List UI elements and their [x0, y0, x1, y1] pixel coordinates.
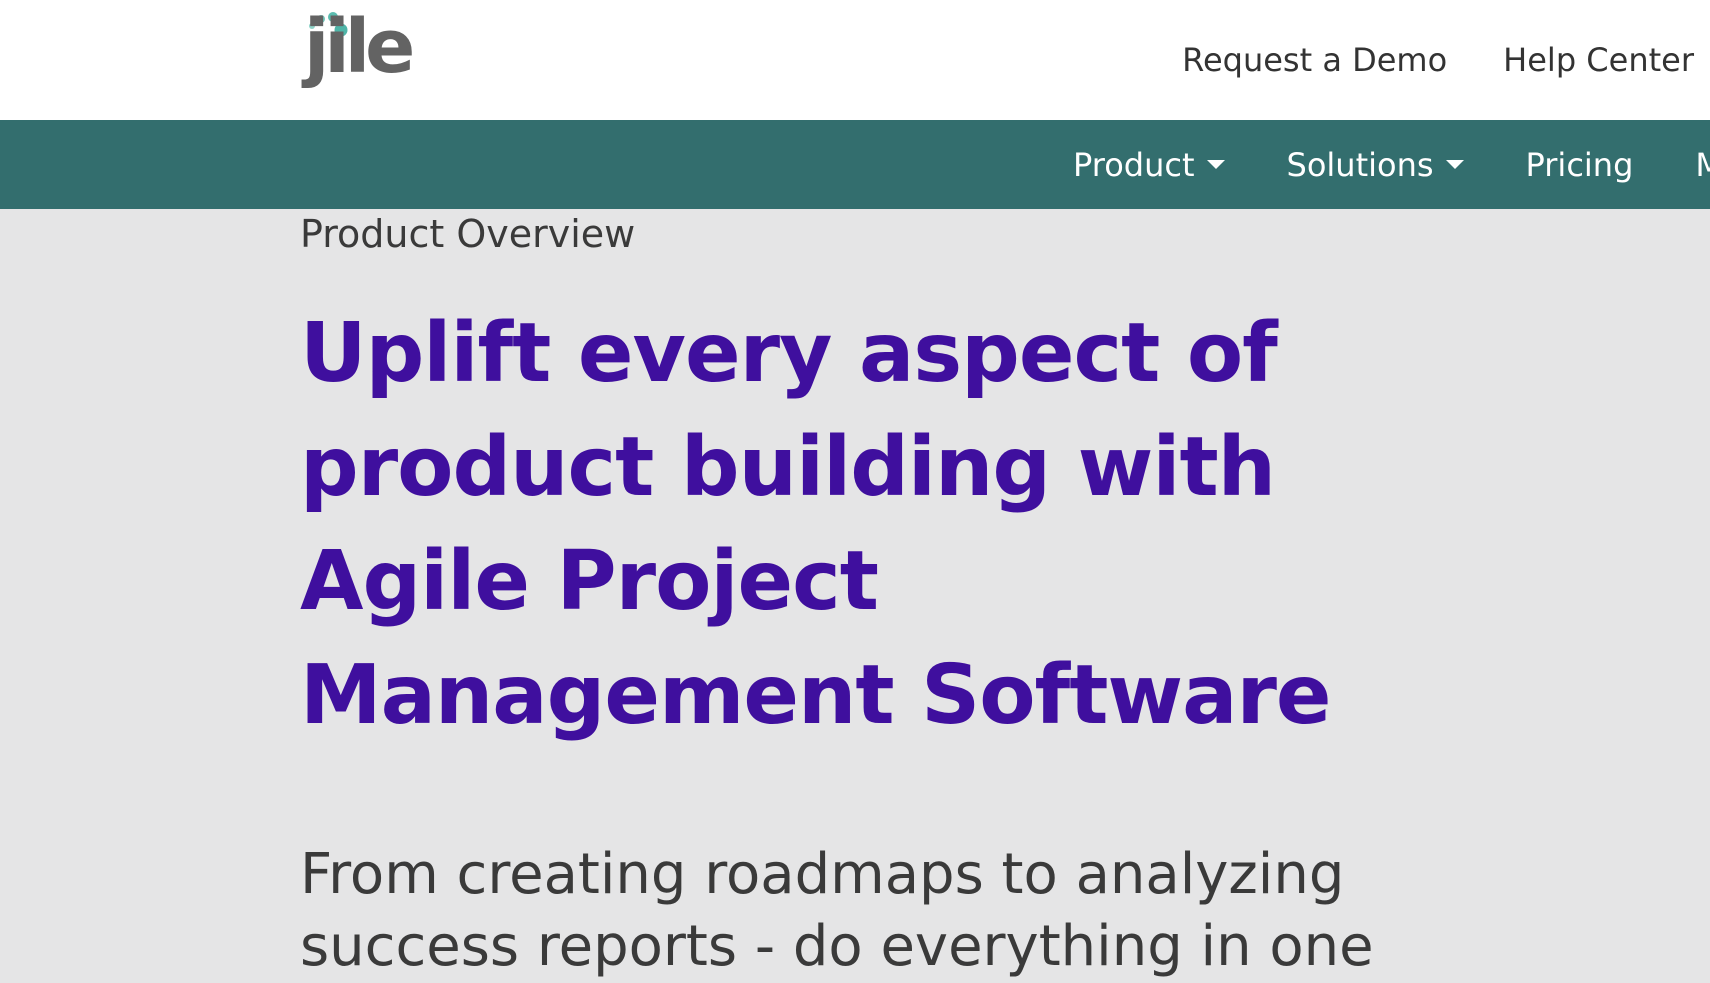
nav-solutions-label: Solutions: [1286, 145, 1434, 184]
nav-product-label: Product: [1073, 145, 1195, 184]
nav-solutions[interactable]: Solutions: [1287, 146, 1464, 184]
logo-wordmark: jile: [304, 4, 415, 90]
jile-logo[interactable]: jile: [300, 8, 430, 108]
headline-line: product building with: [300, 420, 1276, 515]
nav-pricing[interactable]: Pricing: [1526, 146, 1634, 184]
utility-links: Request a Demo Help Center: [1182, 36, 1694, 84]
hero-subtext: From creating roadmaps to analyzing succ…: [300, 839, 1460, 983]
subtext-line: success reports - do everything in one: [300, 914, 1374, 979]
headline-line: Agile Project: [300, 534, 879, 629]
subtext-line: From creating roadmaps to analyzing: [300, 842, 1345, 907]
hero-headline: Uplift every aspect of product building …: [300, 297, 1480, 753]
hero-eyebrow: Product Overview: [300, 212, 636, 256]
nav-items: Product Solutions Pricing M: [1073, 120, 1710, 209]
headline-line: Management Software: [300, 648, 1332, 743]
chevron-down-icon: [1445, 160, 1464, 169]
top-header: jile Request a Demo Help Center: [0, 0, 1710, 120]
request-demo-link[interactable]: Request a Demo: [1182, 36, 1447, 84]
nav-product[interactable]: Product: [1073, 146, 1225, 184]
help-center-link[interactable]: Help Center: [1503, 36, 1694, 84]
main-navigation: Product Solutions Pricing M: [0, 120, 1710, 209]
chevron-down-icon: [1206, 160, 1225, 169]
headline-line: Uplift every aspect of: [300, 306, 1278, 401]
nav-more-truncated[interactable]: M: [1695, 146, 1710, 184]
